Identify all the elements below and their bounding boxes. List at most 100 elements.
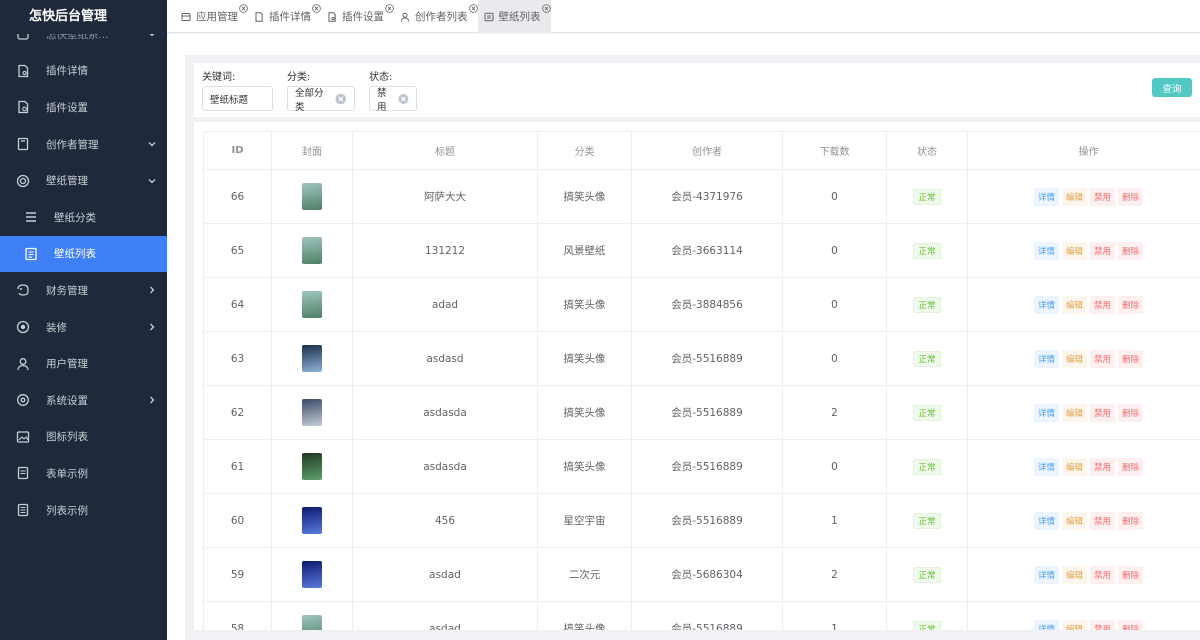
detail-button[interactable]: 详情 [1033,403,1059,422]
header-status: 状态 [886,131,968,170]
disable-button[interactable]: 禁用 [1090,511,1116,530]
edit-button[interactable]: 编辑 [1061,403,1087,422]
chevron-right-icon[interactable] [147,322,157,332]
delete-button[interactable]: 删除 [1118,619,1144,630]
tab-5[interactable]: 壁纸列表 [477,0,551,33]
edit-button[interactable]: 编辑 [1061,187,1087,206]
detail-button[interactable]: 详情 [1033,511,1059,530]
chevron-down-icon[interactable] [147,139,157,149]
clear-status-icon[interactable] [398,93,409,105]
app-icon [181,12,191,22]
edit-button[interactable]: 编辑 [1061,619,1087,630]
edit-button[interactable]: 编辑 [1061,565,1087,584]
filter-bar: 关键词: 壁纸标题 分类: 全部分类 状态: 禁用 查询 [194,63,1200,117]
tab-3[interactable]: 插件设置 [321,0,394,33]
cell-creator: 会员-5516889 [631,439,783,494]
close-icon[interactable] [468,4,478,13]
cell-creator: 会员-4371976 [631,169,783,224]
sidebar-item-9[interactable]: 装修 [0,309,167,346]
cover-thumbnail[interactable] [302,237,322,264]
cell-status: 正常 [886,223,968,278]
delete-button[interactable]: 删除 [1118,565,1144,584]
detail-button[interactable]: 详情 [1033,457,1059,476]
sidebar-item-14[interactable]: 列表示例 [0,492,167,529]
delete-button[interactable]: 删除 [1118,187,1144,206]
keyword-input[interactable]: 壁纸标题 [202,86,273,111]
sidebar-item-label: 图标列表 [46,431,88,444]
disable-button[interactable]: 禁用 [1090,241,1116,260]
sidebar-item-8[interactable]: 财务管理 [0,272,167,309]
delete-button[interactable]: 删除 [1118,295,1144,314]
cover-thumbnail[interactable] [302,615,322,630]
sidebar-item-6[interactable]: 壁纸分类 [0,199,167,236]
disable-button[interactable]: 禁用 [1090,457,1116,476]
sidebar-item-11[interactable]: 系统设置 [0,382,167,419]
cell-downloads: 0 [782,277,887,332]
sidebar-item-3[interactable]: 插件设置 [0,89,167,126]
edit-button[interactable]: 编辑 [1061,457,1087,476]
cover-thumbnail[interactable] [302,561,322,588]
tab-2[interactable]: 插件详情 [248,0,321,33]
status-select[interactable]: 禁用 [369,86,417,113]
sidebar-item-12[interactable]: 图标列表 [0,419,167,456]
disable-button[interactable]: 禁用 [1090,187,1116,206]
close-icon[interactable] [385,4,394,13]
chevron-down-icon[interactable] [147,176,157,186]
cover-thumbnail[interactable] [302,183,322,210]
sidebar-item-label: 用户管理 [46,358,88,371]
edit-button[interactable]: 编辑 [1061,241,1087,260]
cover-thumbnail[interactable] [302,345,322,372]
delete-button[interactable]: 删除 [1118,403,1144,422]
edit-button[interactable]: 编辑 [1061,295,1087,314]
cell-category: 风景壁纸 [537,223,632,278]
detail-button[interactable]: 详情 [1033,349,1059,368]
clear-category-icon[interactable] [335,93,347,105]
disable-button[interactable]: 禁用 [1090,565,1116,584]
header-id: ID [203,131,272,170]
close-icon[interactable] [312,4,321,13]
sidebar-item-13[interactable]: 表单示例 [0,455,167,492]
edit-button[interactable]: 编辑 [1061,511,1087,530]
status-badge: 正常 [913,566,941,583]
disable-button[interactable]: 禁用 [1090,295,1116,314]
status-badge: 正常 [913,242,941,259]
category-select[interactable]: 全部分类 [287,86,355,113]
detail-button[interactable]: 详情 [1033,187,1059,206]
cover-thumbnail[interactable] [302,453,322,480]
header-title: 标题 [352,131,538,170]
detail-button[interactable]: 详情 [1033,295,1059,314]
disable-button[interactable]: 禁用 [1090,349,1116,368]
tab-1[interactable]: 应用管理 [175,0,248,33]
delete-button[interactable]: 删除 [1118,511,1144,530]
cell-title: asdasda [352,385,538,440]
cell-title: asdad [352,601,538,630]
cover-thumbnail[interactable] [302,291,322,318]
detail-button[interactable]: 详情 [1033,619,1059,630]
detail-button[interactable]: 详情 [1033,565,1059,584]
delete-button[interactable]: 删除 [1118,349,1144,368]
sidebar-item-7[interactable]: 壁纸列表 [0,235,167,273]
form-icon [16,466,30,480]
cell-title: asdasd [352,331,538,386]
cell-cover [271,277,353,332]
target-icon [16,174,30,188]
cover-thumbnail[interactable] [302,507,322,534]
edit-button[interactable]: 编辑 [1061,349,1087,368]
delete-button[interactable]: 删除 [1118,241,1144,260]
detail-button[interactable]: 详情 [1033,241,1059,260]
disable-button[interactable]: 禁用 [1090,403,1116,422]
delete-button[interactable]: 删除 [1118,457,1144,476]
sidebar-item-10[interactable]: 用户管理 [0,345,167,382]
tab-4[interactable]: 创作者列表 [394,0,478,33]
cover-thumbnail[interactable] [302,399,322,426]
query-button[interactable]: 查询 [1152,78,1192,97]
header-creator: 创作者 [631,131,783,170]
close-icon[interactable] [239,4,248,13]
close-icon[interactable] [541,4,551,13]
disable-button[interactable]: 禁用 [1090,619,1116,630]
chevron-right-icon[interactable] [147,395,157,405]
sidebar-item-5[interactable]: 壁纸管理 [0,162,167,199]
sidebar-item-2[interactable]: 插件详情 [0,53,167,90]
chevron-right-icon[interactable] [147,285,157,295]
sidebar-item-4[interactable]: 创作者管理 [0,126,167,163]
